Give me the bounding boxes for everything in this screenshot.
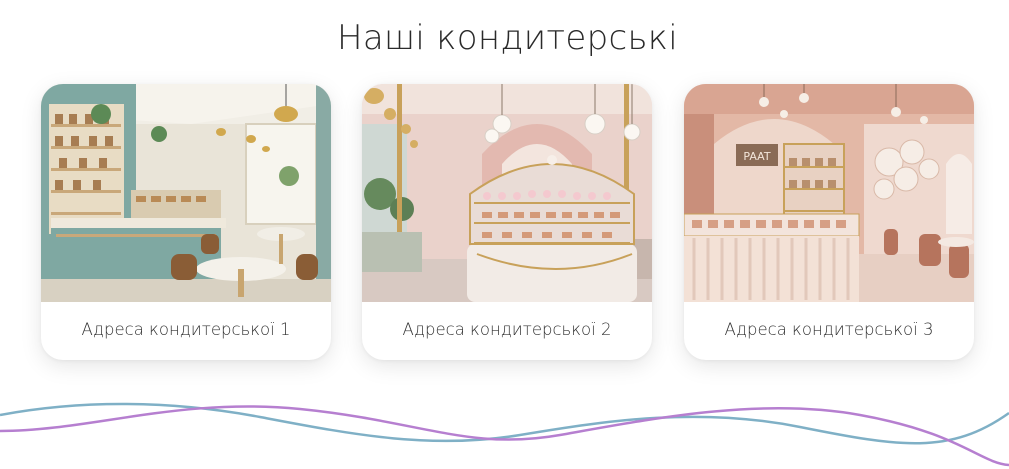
bakery-address-2[interactable]: Адреса кондитерської 2: [362, 320, 652, 339]
bakery-photo-1: [41, 84, 331, 302]
bakery-card-3[interactable]: PAAT Адреса кондитерської 3: [684, 84, 974, 360]
bakery-card-1[interactable]: Адреса кондитерської 1: [41, 84, 331, 360]
wave-purple-line: [0, 405, 1009, 467]
bakery-card-2[interactable]: Адреса кондитерської 2: [362, 84, 652, 360]
bakery-address-1[interactable]: Адреса кондитерської 1: [41, 320, 331, 339]
section-title: Наші кондитерські: [336, 18, 679, 58]
bakery-photo-2: [362, 84, 652, 302]
bakery-address-3[interactable]: Адреса кондитерської 3: [684, 320, 974, 339]
bakery-photo-3: PAAT: [684, 84, 974, 302]
svg-text:PAAT: PAAT: [743, 150, 770, 163]
wave-teal-line: [0, 402, 1009, 445]
decorative-waves: [0, 402, 1009, 467]
